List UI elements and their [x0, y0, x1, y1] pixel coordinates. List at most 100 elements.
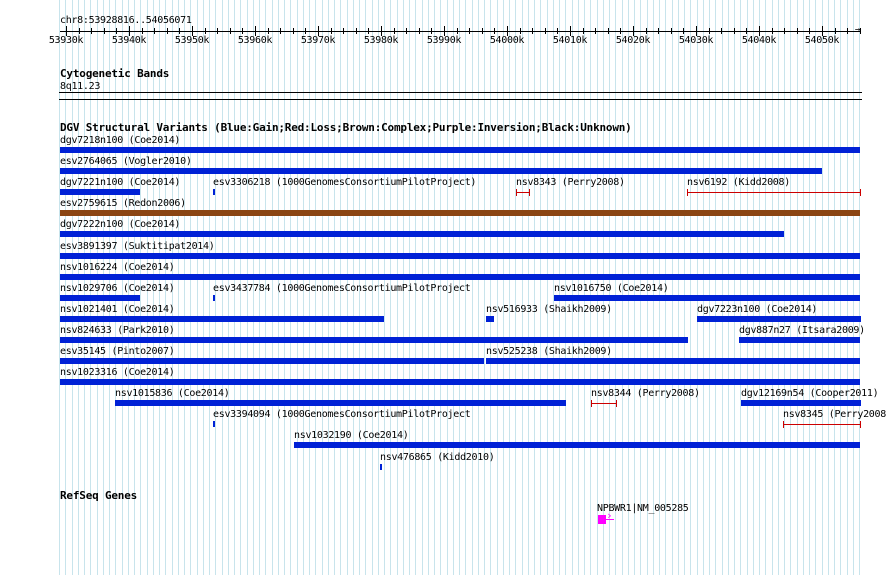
- variant-label[interactable]: nsv8344 (Perry2008): [591, 388, 700, 399]
- variant-label[interactable]: dgv7218n100 (Coe2014): [60, 135, 180, 146]
- grid-line: [797, 0, 798, 575]
- grid-line: [522, 0, 523, 575]
- grid-line: [684, 0, 685, 575]
- variant-bar-gain[interactable]: [486, 316, 494, 322]
- variant-bar-loss[interactable]: [783, 424, 860, 425]
- variant-bar-gain[interactable]: [294, 442, 860, 448]
- ruler-minor-tick: [746, 28, 747, 34]
- variant-label[interactable]: dgv12169n54 (Cooper2011): [741, 388, 879, 399]
- ruler-minor-tick: [167, 28, 168, 34]
- variant-bar-gain[interactable]: [60, 358, 484, 364]
- variant-bar-loss-cap: [516, 189, 517, 196]
- variant-bar-gain[interactable]: [60, 189, 140, 195]
- variant-bar-gain[interactable]: [60, 295, 140, 301]
- grid-line: [753, 0, 754, 575]
- variant-bar-loss-cap: [860, 189, 861, 196]
- variant-label[interactable]: dgv887n27 (Itsara2009): [739, 325, 865, 336]
- variant-label[interactable]: nsv525238 (Shaikh2009): [486, 346, 612, 357]
- cytoband-bottom-line: [59, 99, 862, 100]
- variant-label[interactable]: esv3437784 (1000GenomesConsortiumPilotPr…: [213, 283, 471, 294]
- grid-line: [497, 0, 498, 575]
- variant-label[interactable]: nsv1023316 (Coe2014): [60, 367, 175, 378]
- ruler-minor-tick: [797, 28, 798, 34]
- variant-label[interactable]: nsv1016224 (Coe2014): [60, 262, 175, 273]
- grid-line: [847, 0, 848, 575]
- variant-label[interactable]: esv3891397 (Suktitipat2014): [60, 241, 215, 252]
- ruler-minor-tick: [230, 28, 231, 34]
- ruler-minor-tick: [784, 28, 785, 34]
- ruler-minor-tick: [356, 28, 357, 34]
- variant-label[interactable]: esv2759615 (Redon2006): [60, 198, 186, 209]
- variant-bar-gain[interactable]: [213, 295, 215, 301]
- variant-bar-gain[interactable]: [380, 464, 382, 470]
- variant-bar-gain[interactable]: [60, 253, 860, 259]
- variant-label[interactable]: dgv7222n100 (Coe2014): [60, 219, 180, 230]
- ruler-minor-tick: [847, 28, 848, 34]
- ruler-minor-tick: [268, 28, 269, 34]
- variant-label[interactable]: nsv476865 (Kidd2010): [380, 452, 495, 463]
- variant-bar-gain[interactable]: [213, 421, 215, 427]
- variant-label[interactable]: esv3394094 (1000GenomesConsortiumPilotPr…: [213, 409, 471, 420]
- grid-line: [784, 0, 785, 575]
- variant-label[interactable]: dgv7223n100 (Coe2014): [697, 304, 817, 315]
- ruler-minor-tick: [683, 28, 684, 34]
- variant-label[interactable]: dgv7221n100 (Coe2014): [60, 177, 180, 188]
- cytoband-label: 8q11.23: [60, 81, 101, 92]
- ruler-tick-label: 53930k: [48, 35, 84, 46]
- variant-label[interactable]: nsv516933 (Shaikh2009): [486, 304, 612, 315]
- variant-label[interactable]: nsv1016750 (Coe2014): [554, 283, 669, 294]
- dgv-track-title[interactable]: DGV Structural Variants (Blue:Gain;Red:L…: [60, 121, 632, 134]
- grid-line: [690, 0, 691, 575]
- variant-bar-gain[interactable]: [486, 358, 860, 364]
- variant-bar-gain[interactable]: [60, 316, 384, 322]
- ruler-minor-tick: [709, 28, 710, 34]
- ruler-minor-tick: [494, 28, 495, 34]
- variant-bar-gain[interactable]: [741, 400, 861, 406]
- variant-bar-loss[interactable]: [687, 192, 861, 193]
- variant-bar-gain[interactable]: [213, 189, 215, 195]
- ruler-minor-tick: [620, 28, 621, 34]
- ruler-minor-tick: [217, 28, 218, 34]
- variant-bar-loss-cap: [860, 421, 861, 428]
- variant-label[interactable]: nsv8345 (Perry2008: [783, 409, 886, 420]
- variant-label[interactable]: esv35145 (Pinto2007): [60, 346, 175, 357]
- variant-bar-loss-cap: [529, 189, 530, 196]
- ruler-minor-tick: [104, 28, 105, 34]
- ruler-minor-tick: [457, 28, 458, 34]
- variant-label[interactable]: nsv1032190 (Coe2014): [294, 430, 409, 441]
- variant-label[interactable]: nsv1021401 (Coe2014): [60, 304, 175, 315]
- grid-line: [790, 0, 791, 575]
- refseq-track-title[interactable]: RefSeq Genes: [60, 489, 137, 502]
- variant-bar-gain[interactable]: [60, 147, 860, 153]
- ruler-tick-label: 53970k: [300, 35, 336, 46]
- variant-bar-gain[interactable]: [739, 337, 860, 343]
- grid-line: [672, 0, 673, 575]
- variant-label[interactable]: nsv1029706 (Coe2014): [60, 283, 175, 294]
- variant-bar-gain[interactable]: [60, 231, 784, 237]
- variant-bar-loss-cap: [591, 400, 592, 407]
- grid-line: [472, 0, 473, 575]
- variant-bar-loss[interactable]: [516, 192, 529, 193]
- variant-label[interactable]: nsv6192 (Kidd2008): [687, 177, 790, 188]
- ruler-minor-tick: [482, 28, 483, 34]
- variant-label[interactable]: nsv824633 (Park2010): [60, 325, 175, 336]
- variant-label[interactable]: nsv8343 (Perry2008): [516, 177, 625, 188]
- variant-bar-loss[interactable]: [591, 403, 616, 404]
- ruler-minor-tick: [646, 28, 647, 34]
- variant-label[interactable]: nsv1015836 (Coe2014): [115, 388, 230, 399]
- variant-bar-gain[interactable]: [60, 379, 860, 385]
- cytoband-track-title[interactable]: Cytogenetic Bands: [60, 67, 169, 80]
- variant-bar-complex[interactable]: [60, 210, 860, 216]
- ruler-minor-tick: [154, 28, 155, 34]
- variant-bar-gain[interactable]: [60, 168, 822, 174]
- variant-bar-gain[interactable]: [60, 274, 860, 280]
- ruler-minor-tick: [860, 28, 861, 34]
- variant-label[interactable]: esv3306218 (1000GenomesConsortiumPilotPr…: [213, 177, 476, 188]
- variant-bar-gain[interactable]: [60, 337, 688, 343]
- variant-bar-gain[interactable]: [697, 316, 861, 322]
- variant-bar-gain[interactable]: [554, 295, 860, 301]
- variant-bar-gain[interactable]: [115, 400, 566, 406]
- gene-exon[interactable]: [598, 515, 606, 524]
- variant-label[interactable]: esv2764065 (Vogler2010): [60, 156, 192, 167]
- ruler-minor-tick: [595, 28, 596, 34]
